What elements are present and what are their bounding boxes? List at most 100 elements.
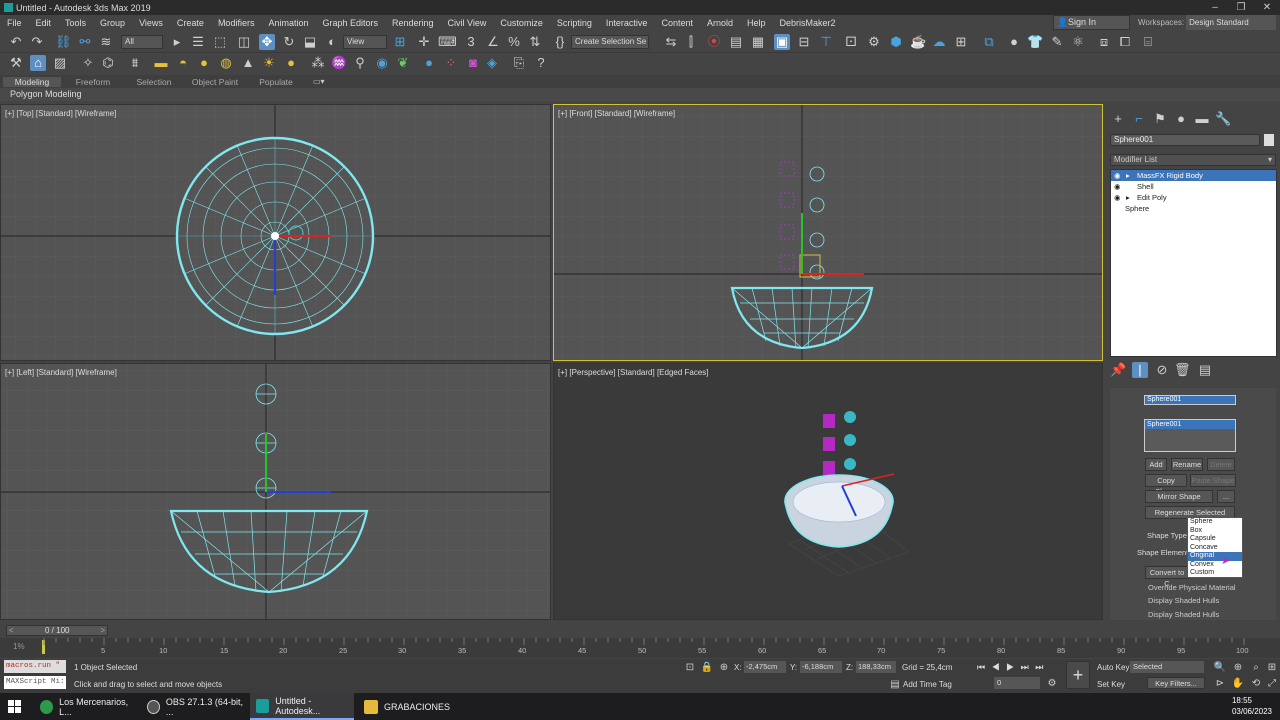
set-key-button[interactable]: + bbox=[1066, 661, 1090, 689]
zoom-extents-icon[interactable]: ⌕ bbox=[1248, 660, 1264, 676]
mirror-options-button[interactable]: ... bbox=[1217, 490, 1235, 503]
window-crossing-icon[interactable]: ◫ bbox=[236, 34, 252, 50]
stack-item-sphere[interactable]: Sphere bbox=[1111, 203, 1276, 214]
keyboard-shortcut-icon[interactable]: ⌨ bbox=[438, 34, 457, 50]
menu-animation[interactable]: Animation bbox=[261, 18, 315, 28]
eye-icon[interactable]: ◉ bbox=[1114, 181, 1121, 192]
color-balls-icon[interactable]: ⁘ bbox=[443, 55, 459, 71]
pivot-center-icon[interactable]: ⊞ bbox=[392, 34, 408, 50]
rendered-frame-icon[interactable]: ⚙ bbox=[866, 34, 882, 50]
select-object-icon[interactable]: ▸ bbox=[169, 34, 185, 50]
select-by-name-icon[interactable]: ☰ bbox=[190, 34, 206, 50]
spinner-snap-icon[interactable]: ⇅ bbox=[527, 34, 543, 50]
menu-help[interactable]: Help bbox=[740, 18, 773, 28]
hierarchy-tab-icon[interactable]: ⚑ bbox=[1152, 111, 1168, 127]
move-icon[interactable]: ✥ bbox=[259, 34, 275, 50]
clipboard-icon[interactable]: ⎘ bbox=[511, 55, 527, 71]
object-color-swatch[interactable] bbox=[1264, 134, 1274, 146]
menu-content[interactable]: Content bbox=[654, 18, 700, 28]
home-icon[interactable]: ⌂ bbox=[30, 55, 46, 71]
convert-to-button[interactable]: Convert to C bbox=[1145, 566, 1189, 588]
viewport-perspective[interactable]: [+] [Perspective] [Standard] [Edged Face… bbox=[553, 363, 1103, 620]
maxscript-mini-listener[interactable]: MAXScript Mi: bbox=[4, 676, 66, 689]
show-end-result-icon[interactable]: | bbox=[1132, 362, 1148, 378]
eye-icon[interactable]: ◉ bbox=[1114, 170, 1121, 181]
close-button[interactable]: ✕ bbox=[1254, 2, 1280, 13]
map-icon[interactable]: ◙ bbox=[465, 55, 481, 71]
viewport-label[interactable]: [+] [Top] [Standard] [Wireframe] bbox=[5, 109, 116, 118]
viewport-top[interactable]: [+] [Top] [Standard] [Wireframe] bbox=[0, 104, 551, 361]
link-icon[interactable]: ⛓ bbox=[55, 34, 72, 50]
rect-selection-icon[interactable]: ⬚ bbox=[212, 34, 228, 50]
shirt-icon[interactable]: 👕 bbox=[1027, 34, 1043, 50]
make-unique-icon[interactable]: ⊘ bbox=[1154, 362, 1170, 378]
bind-space-warp-icon[interactable]: ≋ bbox=[98, 34, 114, 50]
x-coordinate-field[interactable]: -2,475cm bbox=[744, 661, 786, 673]
display-shaded-hulls-checkbox[interactable]: Display Shaded Hulls bbox=[1148, 596, 1263, 605]
menu-edit[interactable]: Edit bbox=[29, 18, 59, 28]
add-time-tag[interactable]: Add Time Tag bbox=[903, 680, 952, 689]
add-shape-button[interactable]: Add bbox=[1145, 458, 1167, 471]
override-physical-material-checkbox[interactable]: Override Physical Material bbox=[1148, 583, 1263, 592]
bones-icon[interactable]: ⚲ bbox=[352, 55, 368, 71]
taskbar-3dsmax[interactable]: Untitled - Autodesk... bbox=[250, 693, 354, 720]
mirror-icon[interactable]: ⇆ bbox=[663, 34, 679, 50]
light-icon[interactable]: ● bbox=[1006, 34, 1022, 50]
arnold-render-icon[interactable]: ⧉ bbox=[981, 34, 997, 50]
y-coordinate-field[interactable]: -6,188cm bbox=[800, 661, 842, 673]
maximize-viewport-icon[interactable]: ⤢ bbox=[1264, 676, 1280, 692]
align-icon[interactable]: ⫿ bbox=[683, 34, 699, 50]
undo-icon[interactable]: ↶ bbox=[8, 34, 24, 50]
viewport-label[interactable]: [+] [Perspective] [Standard] [Edged Face… bbox=[558, 368, 709, 377]
pin-stack-icon[interactable]: 📌 bbox=[1110, 362, 1126, 378]
minimize-button[interactable]: ‒ bbox=[1202, 2, 1228, 13]
help-icon[interactable]: ? bbox=[533, 55, 549, 71]
scale-icon[interactable]: ⬓ bbox=[302, 34, 318, 50]
object-name-field[interactable]: Sphere001 bbox=[1110, 134, 1260, 146]
ribbon-panel-title[interactable]: Polygon Modeling bbox=[10, 89, 82, 99]
option-sphere[interactable]: Sphere bbox=[1188, 518, 1242, 527]
display-tab-icon[interactable]: ▬ bbox=[1194, 111, 1210, 127]
stack-item-shell[interactable]: ◉ Shell bbox=[1111, 181, 1276, 192]
menu-civil-view[interactable]: Civil View bbox=[441, 18, 494, 28]
time-slider[interactable]: < 0 / 100 > bbox=[6, 625, 108, 636]
menu-group[interactable]: Group bbox=[93, 18, 132, 28]
time-config-icon[interactable]: ⚙ bbox=[1044, 676, 1060, 692]
cone-primitive-icon[interactable]: ▲ bbox=[240, 55, 256, 71]
paint-icon[interactable]: ✎ bbox=[1049, 34, 1065, 50]
tab-populate[interactable]: Populate bbox=[247, 77, 305, 87]
stack-item-edit-poly[interactable]: ◉ ▸ Edit Poly bbox=[1111, 192, 1276, 203]
modify-tab-icon[interactable]: ⌐ bbox=[1131, 111, 1147, 127]
tab-selection[interactable]: Selection bbox=[125, 77, 183, 87]
ribbon-options-icon[interactable]: ▭▾ bbox=[313, 77, 325, 86]
a360-gallery-icon[interactable]: ⊞ bbox=[953, 34, 969, 50]
render-teapot-icon[interactable]: ◈ bbox=[484, 55, 500, 71]
absolute-mode-icon[interactable]: ⊕ bbox=[716, 660, 732, 676]
taskbar-chrome[interactable]: Los Mercenarios, L... bbox=[34, 693, 138, 720]
display-shaded-hulls-checkbox-2[interactable]: Display Shaded Hulls bbox=[1148, 610, 1263, 619]
shapes-list[interactable]: Sphere001 bbox=[1144, 419, 1236, 452]
wave-icon[interactable]: ♒ bbox=[331, 55, 347, 71]
percent-snap-icon[interactable]: % bbox=[506, 34, 522, 50]
fov-icon[interactable]: ⊳ bbox=[1212, 676, 1228, 692]
set-key-label[interactable]: Set Key bbox=[1097, 680, 1125, 689]
tab-modeling[interactable]: Modeling bbox=[3, 76, 61, 87]
menu-rendering[interactable]: Rendering bbox=[385, 18, 441, 28]
viewport-front[interactable]: [+] [Front] [Standard] [Wireframe] bbox=[553, 104, 1103, 361]
playback-controls[interactable]: ⏮ ◀ ▶ ⏭ ⏭ bbox=[977, 662, 1045, 673]
copy-shape-button[interactable]: Copy Shape bbox=[1145, 474, 1187, 496]
menu-modifiers[interactable]: Modifiers bbox=[211, 18, 262, 28]
schematic-view-icon[interactable]: ⊟ bbox=[796, 34, 812, 50]
menu-interactive[interactable]: Interactive bbox=[599, 18, 655, 28]
z-coordinate-field[interactable]: 188,33cm bbox=[856, 661, 896, 673]
configure-sets-icon[interactable]: ▤ bbox=[1197, 362, 1213, 378]
hemisphere-icon[interactable]: ◓ bbox=[175, 55, 191, 71]
render-iterative-icon[interactable]: ☕ bbox=[910, 34, 926, 50]
zoom-all-icon[interactable]: ⊕ bbox=[1230, 660, 1246, 676]
delete-shape-button[interactable]: Delete bbox=[1207, 458, 1235, 471]
mirror-shape-button[interactable]: Mirror Shape bbox=[1145, 490, 1213, 503]
maximize-button[interactable]: ❐ bbox=[1228, 2, 1254, 13]
redo-icon[interactable]: ↷ bbox=[29, 34, 45, 50]
selection-filter-dropdown[interactable]: All bbox=[121, 35, 163, 49]
slider-next-icon[interactable]: > bbox=[100, 626, 105, 635]
